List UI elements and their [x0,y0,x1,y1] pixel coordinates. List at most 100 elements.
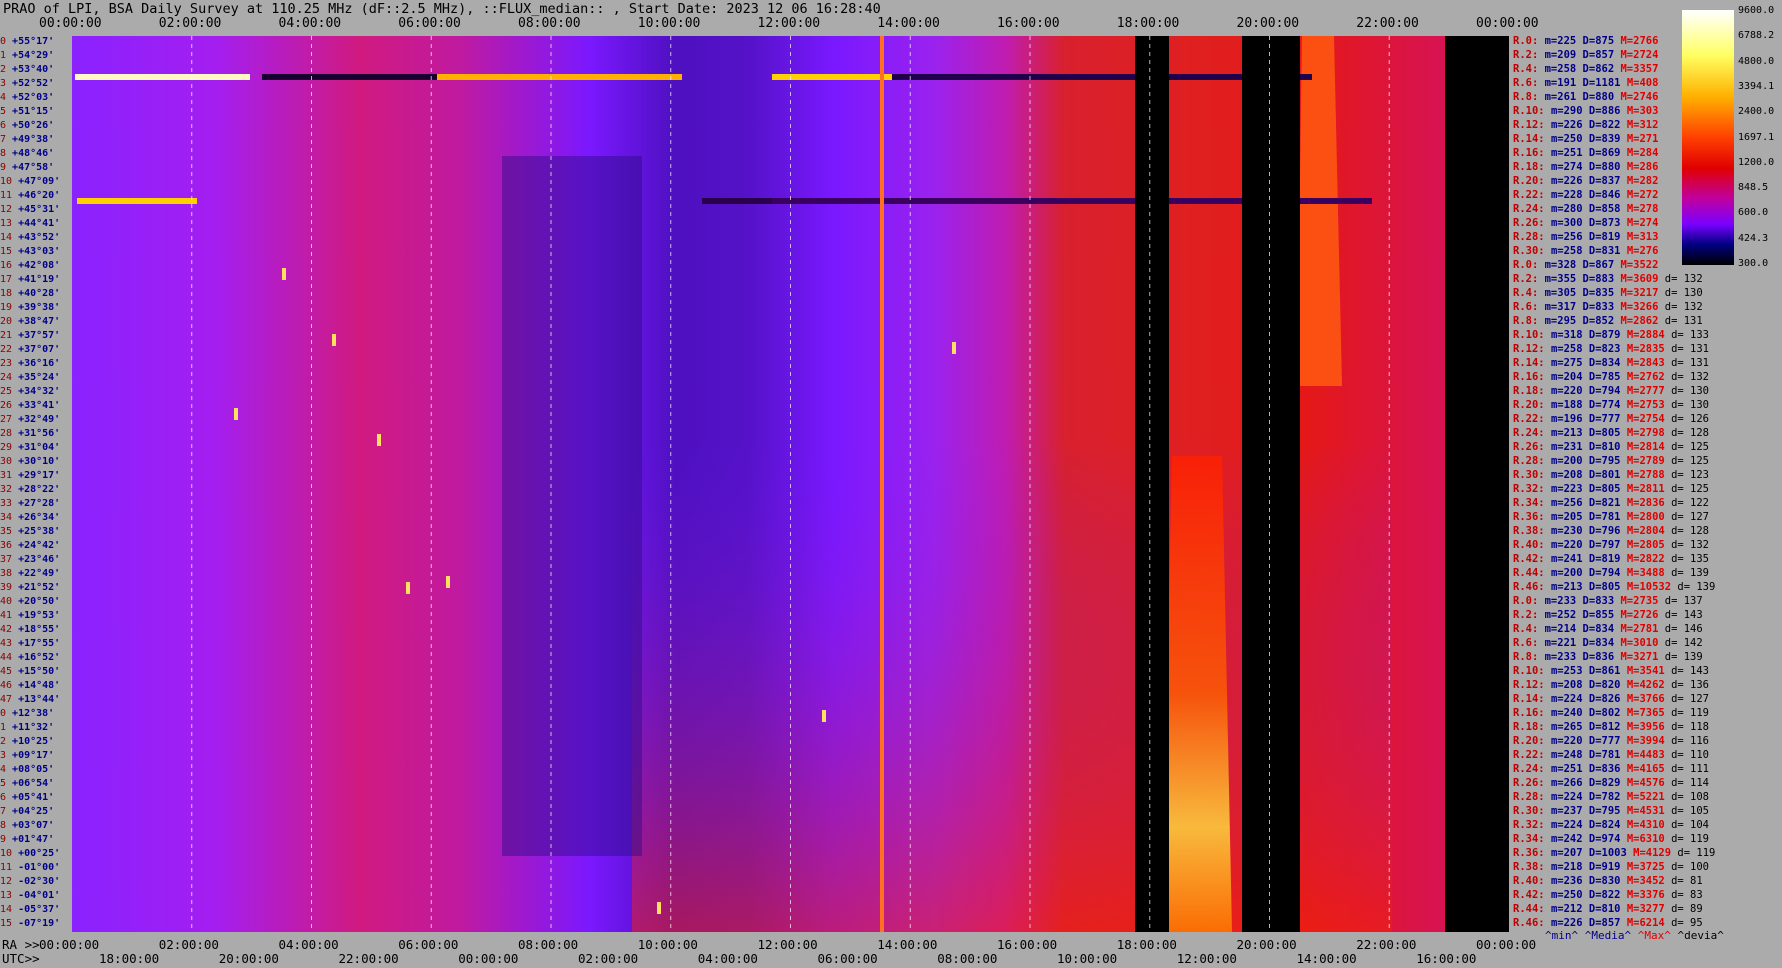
top-tick-label: 00:00:00 [1476,16,1539,31]
declination-label: 40 +20°50' [0,596,61,607]
beam-stat-row: R.42: m=250 D=822 M=3376 d= 83 [1513,889,1703,901]
beam-stat-row: R.24: m=213 D=805 M=2798 d= 128 [1513,427,1710,439]
beam-stat-row: R.18: m=220 D=794 M=2777 d= 130 [1513,385,1710,397]
beam-stat-row: R.10: m=318 D=879 M=2884 d= 133 [1513,329,1710,341]
beam-stat-row: R.6: m=221 D=834 M=3010 d= 142 [1513,637,1703,649]
declination-label: 41 +19°53' [0,610,61,621]
dark-strip [702,198,772,204]
declination-label: 20 +38°47' [0,316,61,327]
point-source [332,334,336,346]
interference-column [880,36,884,932]
point-source [952,342,956,354]
colorbar-tick-label: 424.3 [1738,232,1769,244]
declination-label: 11 -01°00' [0,862,61,873]
utc-tick-label: 00:00:00 [458,951,519,966]
top-tick-label: 08:00:00 [518,16,581,31]
top-tick-label: 02:00:00 [158,16,222,31]
ra-tick-label: 02:00:00 [158,937,219,952]
top-tick-label: 00:00:00 [39,16,102,31]
declination-label: 5 +06°54' [0,778,55,789]
declination-label: 11 +46°20' [0,190,61,201]
top-tick-label: 16:00:00 [997,16,1060,31]
beam-stat-row: R.44: m=212 D=810 M=3277 d= 89 [1513,903,1703,915]
utc-axis-title: UTC>> [2,951,40,966]
declination-label: 12 +45°31' [0,204,61,215]
beam-stat-row: R.34: m=256 D=821 M=2836 d= 122 [1513,497,1710,509]
colorbar-tick-label: 1697.1 [1738,131,1775,143]
declination-label: 26 +33°41' [0,400,61,411]
utc-tick-label: 22:00:00 [338,951,399,966]
point-source [406,582,410,594]
beam-stat-row: R.40: m=220 D=797 M=2805 d= 132 [1513,539,1710,551]
ra-tick-label: 18:00:00 [1116,937,1177,952]
beam-stat-row: R.28: m=224 D=782 M=5221 d= 108 [1513,791,1710,803]
beam-stat-row: R.6: m=191 D=1181 M=408 [1513,77,1659,89]
beam-stat-row: R.30: m=258 D=831 M=276 [1513,245,1659,257]
utc-tick-label: 04:00:00 [697,951,758,966]
beam-stat-row: R.26: m=300 D=873 M=274 [1513,217,1659,229]
beam-stat-row: R.14: m=224 D=826 M=3766 d= 127 [1513,693,1710,705]
beam-stat-row: R.2: m=355 D=883 M=3609 d= 132 [1513,273,1703,285]
colorbar [1682,10,1734,265]
utc-tick-label: 12:00:00 [1176,951,1237,966]
declination-label: 47 +13°44' [0,694,61,705]
beam-stat-row: R.22: m=196 D=777 M=2754 d= 126 [1513,413,1710,425]
ra-tick-label: 22:00:00 [1356,937,1417,952]
top-tick-label: 06:00:00 [398,16,461,31]
declination-label: 36 +24°42' [0,540,61,551]
stats-legend: ^min^ ^Media^ ^Max^ ^devia^ [1545,929,1724,942]
declination-label: 10 +47°09' [0,176,61,187]
ra-tick-label: 08:00:00 [518,937,579,952]
declination-label: 4 +52°03' [0,92,55,103]
beam-stat-row: R.32: m=223 D=805 M=2811 d= 125 [1513,483,1710,495]
beam-stat-row: R.0: m=328 D=867 M=3522 [1513,259,1659,271]
declination-label: 24 +35°24' [0,372,61,383]
beam-stat-row: R.38: m=230 D=796 M=2804 d= 128 [1513,525,1710,537]
heatmap-plot [72,36,1509,932]
ra-tick-label: 20:00:00 [1236,937,1297,952]
declination-label: 30 +30°10' [0,456,61,467]
masked-column [1242,36,1300,932]
beam-stat-row: R.0: m=225 D=875 M=2766 [1513,35,1659,47]
declination-label: 8 +03°07' [0,820,55,831]
ra-tick-label: 06:00:00 [398,937,459,952]
point-source [377,434,381,446]
ra-tick-label: 14:00:00 [877,937,938,952]
declination-label: 3 +52°52' [0,78,55,89]
point-source [657,902,661,914]
ra-tick-label: 04:00:00 [278,937,339,952]
declination-label: 45 +15°50' [0,666,61,677]
beam-stat-row: R.20: m=220 D=777 M=3994 d= 116 [1513,735,1710,747]
declination-label: 28 +31°56' [0,428,61,439]
colorbar-tick-label: 4800.0 [1738,55,1775,67]
declination-label: 35 +25°38' [0,526,61,537]
ra-tick-label: 00:00:00 [39,937,100,952]
beam-stat-row: R.30: m=208 D=801 M=2788 d= 123 [1513,469,1710,481]
colorbar-tick-label: 9600.0 [1738,5,1775,16]
beam-stat-row: R.14: m=275 D=834 M=2843 d= 131 [1513,357,1710,369]
declination-label: 17 +41°19' [0,274,61,285]
masked-column [1445,36,1509,932]
ra-tick-label: 12:00:00 [757,937,818,952]
beam-stat-row: R.10: m=253 D=861 M=3541 d= 143 [1513,665,1710,677]
beam-stat-row: R.22: m=248 D=781 M=4483 d= 110 [1513,749,1710,761]
beam-stat-row: R.12: m=226 D=822 M=312 [1513,119,1659,131]
declination-label: 9 +01°47' [0,834,55,845]
beam-stat-row: R.32: m=224 D=824 M=4310 d= 104 [1513,819,1710,831]
utc-tick-label: 06:00:00 [817,951,878,966]
declination-label: 0 +12°38' [0,708,55,719]
colorbar-tick-label: 1200.0 [1738,156,1775,168]
declination-label: 5 +51°15' [0,106,55,117]
declination-label: 9 +47°58' [0,162,55,173]
beam-stat-row: R.18: m=274 D=880 M=286 [1513,161,1659,173]
declination-label: 42 +18°55' [0,624,61,635]
declination-label: 1 +11°32' [0,722,55,733]
utc-tick-label: 08:00:00 [937,951,998,966]
declination-label: 2 +53°40' [0,64,55,75]
beam-stat-row: R.46: m=226 D=857 M=6214 d= 95 [1513,917,1703,929]
top-tick-label: 22:00:00 [1356,16,1419,31]
beam-stat-row: R.46: m=213 D=805 M=10532 d= 139 [1513,581,1716,593]
beam-stat-row: R.20: m=226 D=837 M=282 [1513,175,1659,187]
point-source [282,268,286,280]
beam-stat-row: R.4: m=305 D=835 M=3217 d= 130 [1513,287,1703,299]
